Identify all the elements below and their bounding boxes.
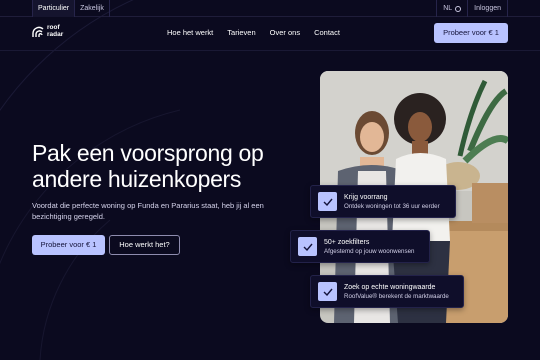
- logo-wordmark: roof radar: [47, 24, 71, 38]
- feature-subtitle: Ontdek woningen tot 36 uur eerder: [344, 202, 440, 210]
- nav-contact[interactable]: Contact: [314, 28, 340, 37]
- nav-tarieven[interactable]: Tarieven: [227, 28, 255, 37]
- feature-title: Zoek op echte woningwaarde: [344, 283, 436, 291]
- globe-icon: [455, 5, 462, 12]
- nav-over-ons[interactable]: Over ons: [270, 28, 300, 37]
- main-nav: Hoe het werkt Tarieven Over ons Contact: [167, 28, 340, 37]
- feature-card-priority: Krijg voorrang Ontdek woningen tot 36 uu…: [310, 185, 456, 218]
- check-icon: [318, 282, 337, 301]
- feature-subtitle: RoofValue® berekent de marktwaarde: [344, 292, 449, 300]
- headline-line-1: Pak een voorsprong op: [32, 140, 264, 166]
- try-for-1-euro-button[interactable]: Probeer voor € 1: [32, 235, 105, 255]
- main-header: roof radar Hoe het werkt Tarieven Over o…: [0, 17, 540, 51]
- login-link[interactable]: Inloggen: [467, 0, 508, 17]
- roofradar-logo-icon: [32, 26, 44, 37]
- utility-actions: NL Inloggen: [436, 0, 508, 17]
- tab-particulier[interactable]: Particulier: [32, 0, 75, 17]
- check-icon: [318, 192, 337, 211]
- roofradar-logo[interactable]: roof radar: [32, 24, 71, 38]
- feature-subtitle: Afgestemd op jouw woonwensen: [324, 247, 415, 255]
- feature-card-value: Zoek op echte woningwaarde RoofValue® be…: [310, 275, 464, 308]
- language-selector[interactable]: NL: [436, 0, 467, 17]
- hero-headline: Pak een voorsprong op andere huizenkoper…: [32, 140, 302, 192]
- nav-hoe-het-werkt[interactable]: Hoe het werkt: [167, 28, 213, 37]
- feature-card-filters: 50+ zoekfilters Afgestemd op jouw woonwe…: [290, 230, 430, 263]
- utility-bar: Particulier Zakelijk NL Inloggen: [0, 0, 540, 17]
- feature-title: Krijg voorrang: [344, 193, 388, 201]
- audience-switcher: Particulier Zakelijk: [32, 0, 110, 17]
- header-cta-button[interactable]: Probeer voor € 1: [434, 23, 508, 43]
- tab-zakelijk[interactable]: Zakelijk: [74, 0, 110, 17]
- headline-line-2: andere huizenkopers: [32, 166, 242, 192]
- language-label: NL: [443, 5, 453, 12]
- how-it-works-button[interactable]: Hoe werkt het?: [109, 235, 180, 255]
- hero-subtext: Voordat die perfecte woning op Funda en …: [32, 201, 264, 221]
- check-icon: [298, 237, 317, 256]
- logo-line-2: radar: [47, 30, 64, 38]
- feature-title: 50+ zoekfilters: [324, 238, 370, 246]
